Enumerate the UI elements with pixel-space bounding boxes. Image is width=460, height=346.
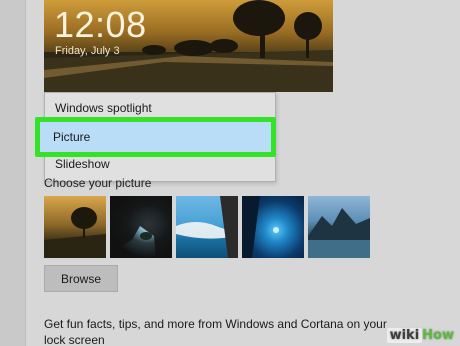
browse-button[interactable]: Browse xyxy=(44,265,118,292)
thumbnail-sea-cave[interactable] xyxy=(110,196,172,258)
wikihow-watermark: wiki How xyxy=(386,328,454,343)
choose-picture-label: Choose your picture xyxy=(44,176,152,190)
mountain-lake-image xyxy=(308,208,370,258)
option-slideshow[interactable]: Slideshow xyxy=(45,157,275,171)
option-windows-spotlight[interactable]: Windows spotlight xyxy=(45,101,275,115)
lock-screen-preview: 12:08 Friday, July 3 xyxy=(44,0,333,92)
underwater-diver-image xyxy=(242,196,279,258)
beach-aerial-image xyxy=(176,196,238,258)
thumbnail-beach-aerial[interactable] xyxy=(176,196,238,258)
lock-screen-time: 12:08 xyxy=(54,4,147,45)
thumbnail-mountain-lake[interactable] xyxy=(308,196,370,258)
thumbnail-underwater-diver[interactable] xyxy=(242,196,304,258)
background-dropdown[interactable]: Windows spotlight Picture Slideshow xyxy=(35,92,276,182)
sea-cave-image xyxy=(110,196,172,258)
thumbnail-sunset-road[interactable] xyxy=(44,196,106,258)
left-nav-strip xyxy=(0,0,26,346)
option-picture[interactable]: Picture xyxy=(35,117,276,157)
fun-facts-setting-label: Get fun facts, tips, and more from Windo… xyxy=(44,317,387,346)
sunset-road-image xyxy=(44,207,106,258)
lock-screen-date: Friday, July 3 xyxy=(55,45,120,57)
